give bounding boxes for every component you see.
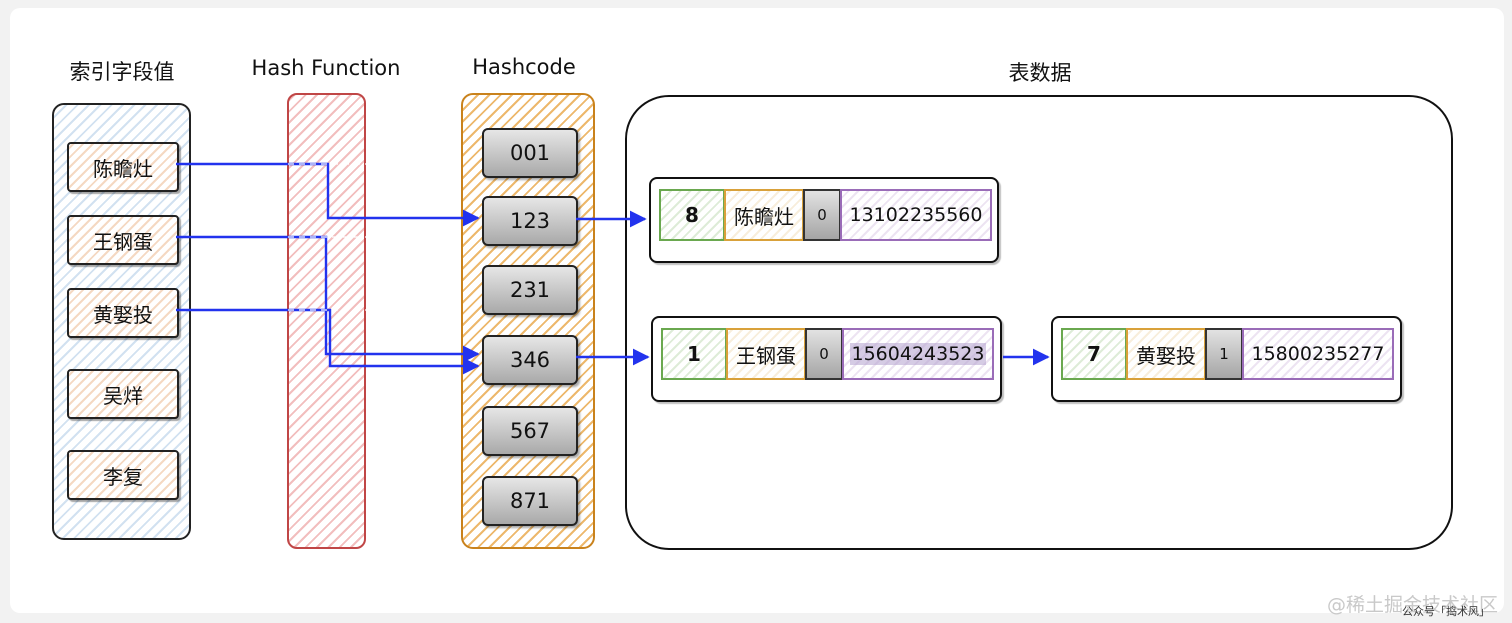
connector-arrows — [176, 162, 1050, 375]
watermark-sub: 公众号「捣术风」 — [1402, 605, 1490, 618]
arrow-key1-to-123 — [176, 162, 480, 227]
arrow-key2-to-346 — [176, 235, 480, 363]
